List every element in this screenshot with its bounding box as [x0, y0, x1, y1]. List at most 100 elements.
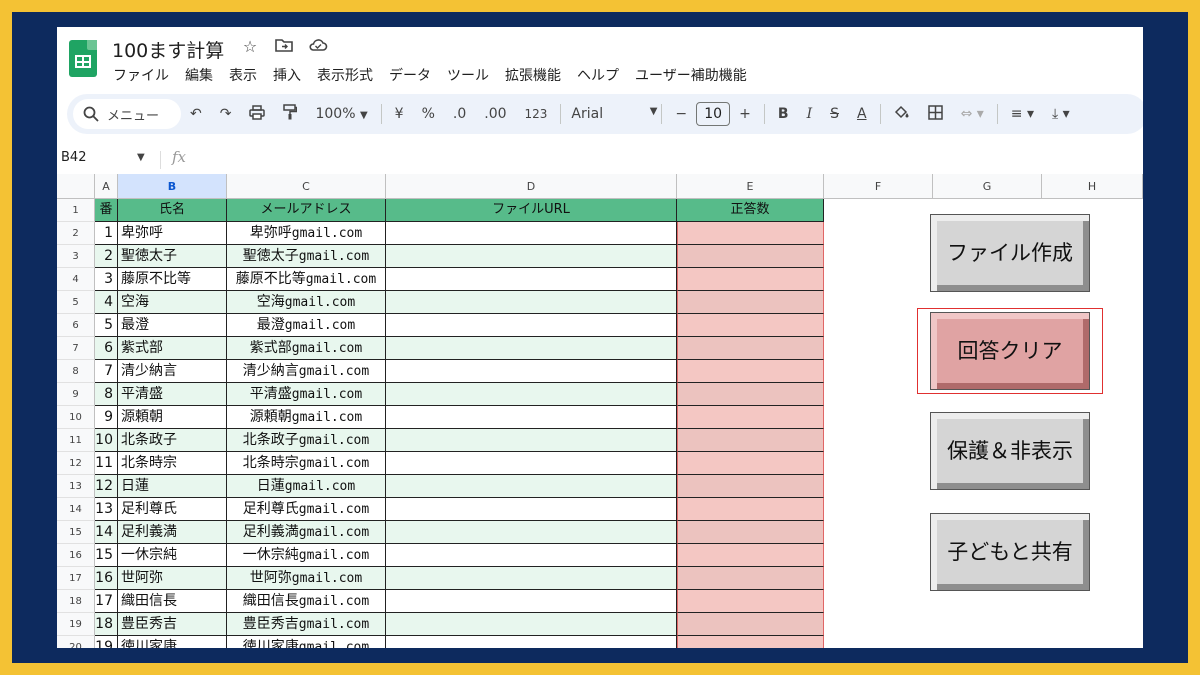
menu-edit[interactable]: 編集: [185, 65, 213, 85]
row-header[interactable]: 2: [57, 222, 95, 245]
cell-no[interactable]: 19: [95, 636, 118, 648]
cell-no[interactable]: 18: [95, 613, 118, 636]
cell-name[interactable]: 徳川家康: [118, 636, 227, 648]
italic-button[interactable]: I: [798, 106, 822, 122]
cell-name[interactable]: 清少納言: [118, 360, 227, 383]
borders-icon[interactable]: [919, 104, 952, 124]
cell-name[interactable]: 世阿弥: [118, 567, 227, 590]
cell-score[interactable]: [677, 291, 824, 314]
undo-icon[interactable]: ↶: [181, 106, 211, 122]
cell-no[interactable]: 13: [95, 498, 118, 521]
cell-email[interactable]: 世阿弥gmail.com: [227, 567, 386, 590]
cell-email[interactable]: 清少納言gmail.com: [227, 360, 386, 383]
cell-file-url[interactable]: [386, 613, 677, 636]
cell-name[interactable]: 北条政子: [118, 429, 227, 452]
star-icon[interactable]: ☆: [240, 37, 260, 56]
cell-no[interactable]: 2: [95, 245, 118, 268]
cell-no[interactable]: 1: [95, 222, 118, 245]
share-with-child-button[interactable]: 子どもと共有: [930, 513, 1090, 591]
row-header[interactable]: 20: [57, 636, 95, 648]
cell-name[interactable]: 聖徳太子: [118, 245, 227, 268]
row-header[interactable]: 8: [57, 360, 95, 383]
cell-email[interactable]: 最澄gmail.com: [227, 314, 386, 337]
increase-decimal-button[interactable]: .00: [475, 106, 515, 122]
cell-no[interactable]: 11: [95, 452, 118, 475]
vertical-align-icon[interactable]: ⤓ ▾: [1043, 106, 1079, 122]
select-all-corner[interactable]: [57, 174, 95, 199]
row-header[interactable]: 1: [57, 199, 95, 222]
cell-email[interactable]: 藤原不比等gmail.com: [227, 268, 386, 291]
header-email[interactable]: メールアドレス: [227, 199, 386, 222]
cell-name[interactable]: 源頼朝: [118, 406, 227, 429]
cell-score[interactable]: [677, 498, 824, 521]
cell-email[interactable]: 聖徳太子gmail.com: [227, 245, 386, 268]
font-size-input[interactable]: 10: [696, 102, 731, 126]
row-header[interactable]: 15: [57, 521, 95, 544]
font-size-decrease-button[interactable]: −: [666, 106, 696, 122]
cell-score[interactable]: [677, 314, 824, 337]
column-header-c[interactable]: C: [227, 174, 386, 199]
row-header[interactable]: 18: [57, 590, 95, 613]
clear-answers-button[interactable]: 回答クリア: [930, 312, 1090, 390]
cell-name[interactable]: 空海: [118, 291, 227, 314]
print-icon[interactable]: [240, 104, 274, 124]
row-header[interactable]: 5: [57, 291, 95, 314]
column-header-d[interactable]: D: [386, 174, 677, 199]
protect-hide-button[interactable]: 保護＆非表示: [930, 412, 1090, 490]
row-header[interactable]: 11: [57, 429, 95, 452]
menu-extensions[interactable]: 拡張機能: [505, 65, 561, 85]
row-header[interactable]: 7: [57, 337, 95, 360]
number-format-button[interactable]: 123: [516, 107, 557, 121]
header-score[interactable]: 正答数: [677, 199, 824, 222]
cell-file-url[interactable]: [386, 222, 677, 245]
menu-data[interactable]: データ: [389, 65, 431, 85]
row-header[interactable]: 6: [57, 314, 95, 337]
font-select[interactable]: Arial ▼: [565, 106, 657, 122]
row-header[interactable]: 19: [57, 613, 95, 636]
cell-score[interactable]: [677, 475, 824, 498]
chevron-down-icon[interactable]: ▼: [137, 152, 145, 163]
cell-no[interactable]: 9: [95, 406, 118, 429]
menu-file[interactable]: ファイル: [113, 65, 169, 85]
cell-score[interactable]: [677, 406, 824, 429]
cell-file-url[interactable]: [386, 383, 677, 406]
cell-file-url[interactable]: [386, 498, 677, 521]
cell-no[interactable]: 12: [95, 475, 118, 498]
cell-email[interactable]: 徳川家康gmail.com: [227, 636, 386, 648]
bold-button[interactable]: B: [769, 106, 798, 122]
cell-no[interactable]: 4: [95, 291, 118, 314]
cell-email[interactable]: 足利義満gmail.com: [227, 521, 386, 544]
cell-score[interactable]: [677, 452, 824, 475]
cell-score[interactable]: [677, 337, 824, 360]
cell-name[interactable]: 日蓮: [118, 475, 227, 498]
row-header[interactable]: 13: [57, 475, 95, 498]
cell-no[interactable]: 5: [95, 314, 118, 337]
redo-icon[interactable]: ↷: [211, 106, 241, 122]
cell-file-url[interactable]: [386, 337, 677, 360]
cell-no[interactable]: 17: [95, 590, 118, 613]
currency-format-button[interactable]: ¥: [386, 106, 413, 122]
cell-name[interactable]: 卑弥呼: [118, 222, 227, 245]
column-header-f[interactable]: F: [824, 174, 933, 199]
cell-email[interactable]: 卑弥呼gmail.com: [227, 222, 386, 245]
decrease-decimal-button[interactable]: .0: [444, 106, 475, 122]
cell-no[interactable]: 8: [95, 383, 118, 406]
cell-score[interactable]: [677, 429, 824, 452]
cell-file-url[interactable]: [386, 452, 677, 475]
cell-name[interactable]: 紫式部: [118, 337, 227, 360]
cell-score[interactable]: [677, 383, 824, 406]
cell-no[interactable]: 6: [95, 337, 118, 360]
cell-no[interactable]: 10: [95, 429, 118, 452]
cell-file-url[interactable]: [386, 475, 677, 498]
cell-name[interactable]: 一休宗純: [118, 544, 227, 567]
cell-email[interactable]: 紫式部gmail.com: [227, 337, 386, 360]
cell-file-url[interactable]: [386, 268, 677, 291]
header-no[interactable]: 番: [95, 199, 118, 222]
cell-file-url[interactable]: [386, 314, 677, 337]
font-size-increase-button[interactable]: +: [730, 106, 760, 122]
menu-tools[interactable]: ツール: [447, 65, 489, 85]
cell-name[interactable]: 豊臣秀吉: [118, 613, 227, 636]
row-header[interactable]: 17: [57, 567, 95, 590]
row-header[interactable]: 14: [57, 498, 95, 521]
column-header-a[interactable]: A: [95, 174, 118, 199]
